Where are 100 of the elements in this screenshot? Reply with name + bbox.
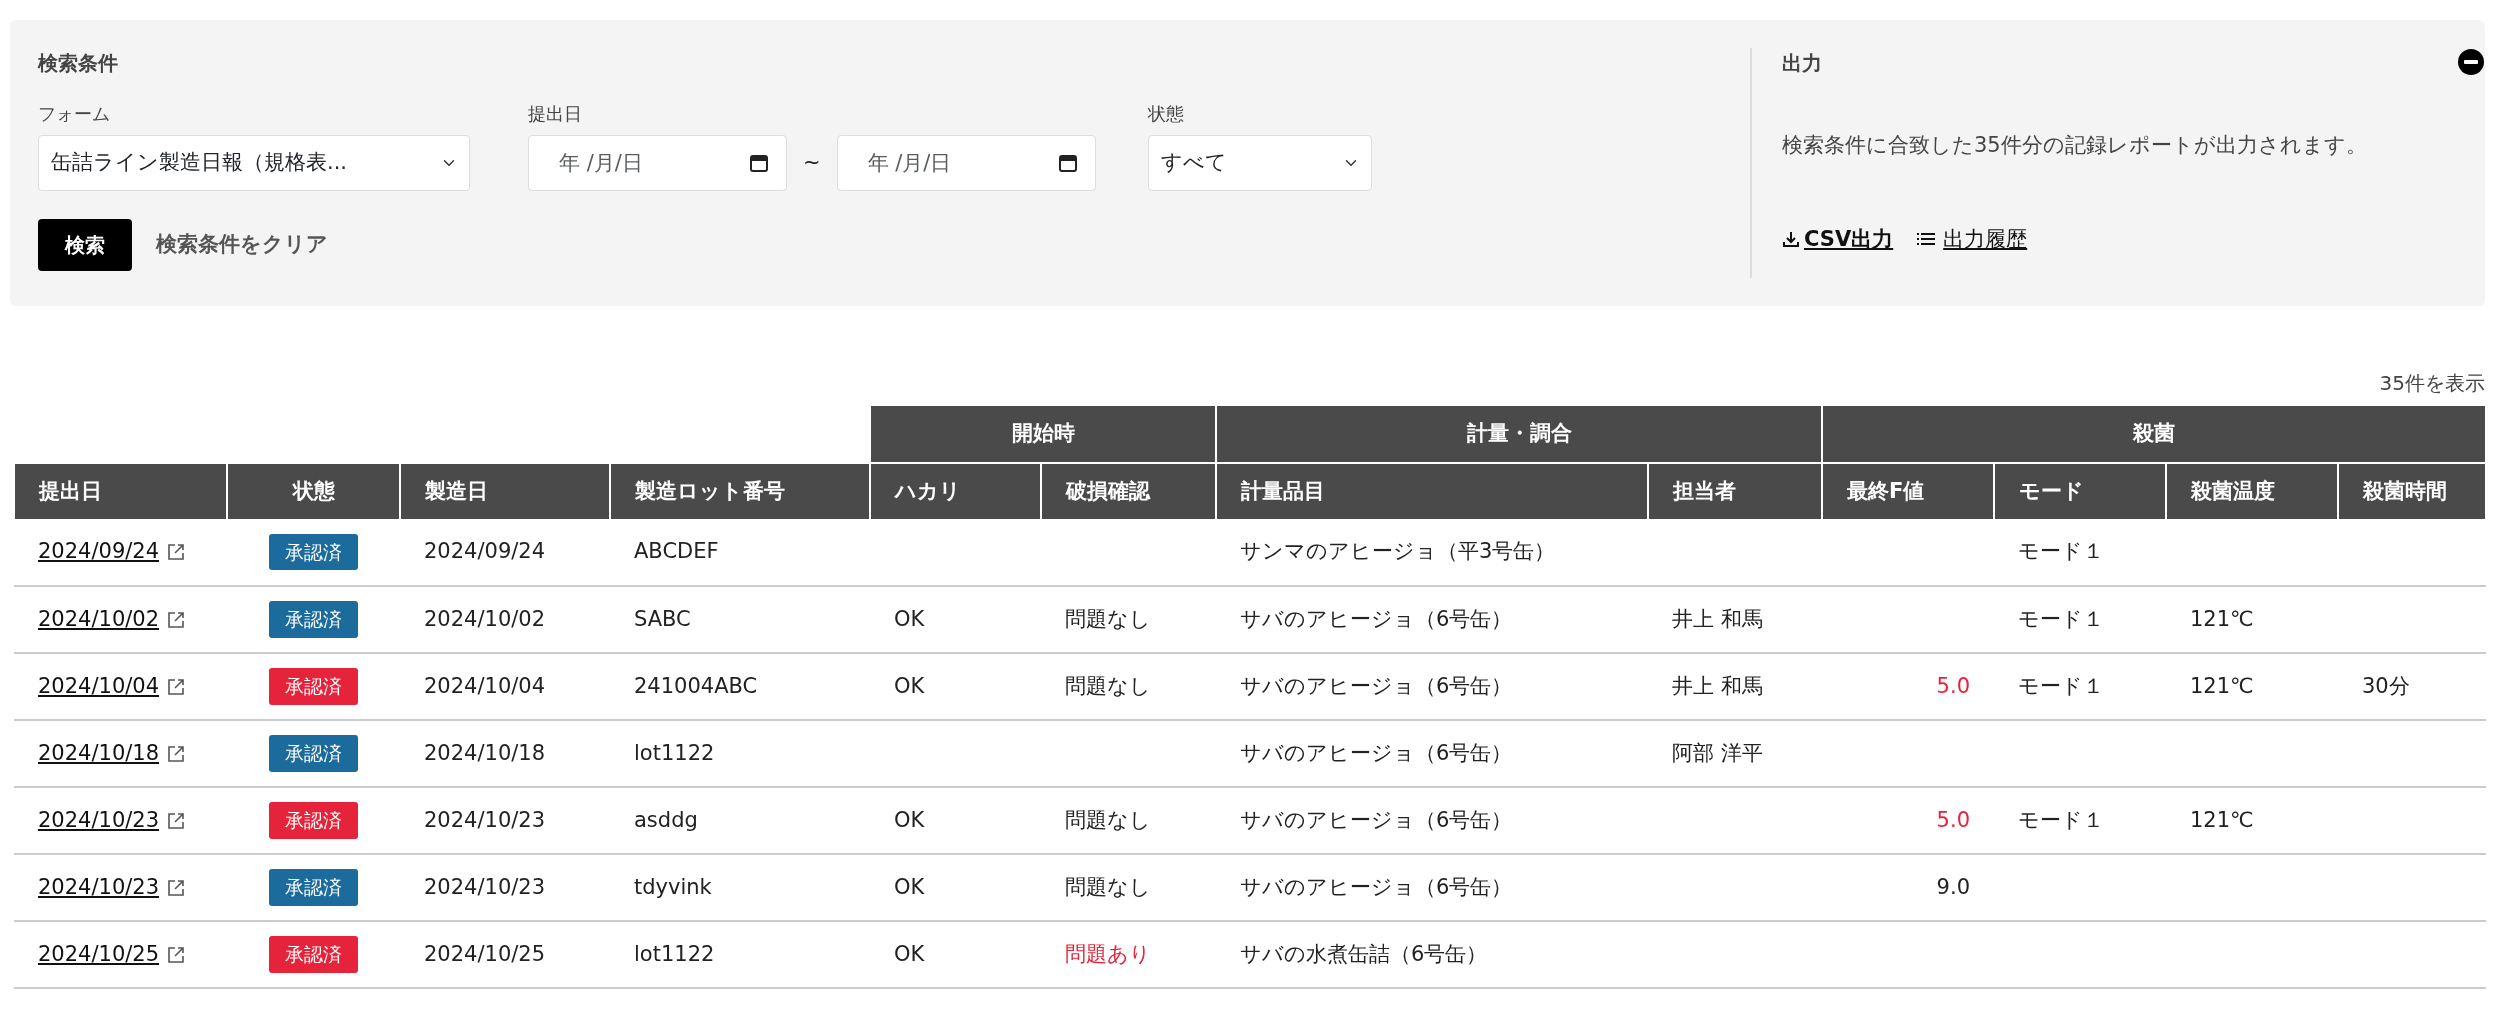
field-label: フォーム xyxy=(38,102,111,126)
table-cell: サバのアヒージョ（6号缶） xyxy=(1240,673,1513,698)
status-badge: 承認済 xyxy=(269,936,358,973)
table-cell: 問題なし xyxy=(1065,874,1151,899)
date-field[interactable]: 年 /月/日 xyxy=(528,135,787,191)
column-header: ハカリ xyxy=(870,463,1041,519)
status-badge: 承認済 xyxy=(269,735,358,772)
column-header: 最終F値 xyxy=(1822,463,1994,519)
search-button[interactable]: 検索 xyxy=(38,219,132,271)
table-cell: モード１ xyxy=(2018,539,2104,564)
table-cell: 2024/10/04 xyxy=(424,673,546,698)
table-cell: 2024/10/23 xyxy=(424,807,546,832)
table-cell: lot1122 xyxy=(634,941,715,966)
table-cell: OK xyxy=(894,673,925,698)
column-header: 殺菌温度 xyxy=(2166,463,2338,519)
csv-export-link[interactable]: CSV出力 xyxy=(1782,223,1894,255)
section-title: 出力 xyxy=(1782,50,1823,77)
table-cell: 121℃ xyxy=(2190,606,2254,631)
table-cell: 5.0 xyxy=(1936,673,1970,698)
external-link-icon xyxy=(167,945,186,964)
table-cell: 121℃ xyxy=(2190,673,2254,698)
form-select[interactable]: 缶詰ライン製造日報（規格表... xyxy=(38,135,470,191)
table-cell: サバのアヒージョ（6号缶） xyxy=(1240,874,1513,899)
range-separator: ~ xyxy=(803,149,821,177)
status-badge: 承認済 xyxy=(269,802,358,839)
table-cell: サバのアヒージョ（6号缶） xyxy=(1240,606,1513,631)
column-header: モード xyxy=(1994,463,2166,519)
table-cell: 2024/10/25 xyxy=(424,941,546,966)
table-cell: 2024/10/23 xyxy=(424,874,546,899)
table-cell: サバの水煮缶詰（6号缶） xyxy=(1240,941,1488,966)
external-link-icon xyxy=(167,878,186,897)
table-cell: 井上 和馬 xyxy=(1672,673,1763,698)
external-link-icon xyxy=(167,744,186,763)
status-badge: 承認済 xyxy=(269,601,358,638)
external-link-icon xyxy=(167,677,186,696)
column-header: 計量品目 xyxy=(1216,463,1648,519)
column-header: 提出日 xyxy=(14,463,227,519)
status-badge: 承認済 xyxy=(269,869,358,906)
calendar-icon xyxy=(749,153,769,173)
table-cell: サバのアヒージョ（6号缶） xyxy=(1240,807,1513,832)
date-link[interactable]: 2024/10/04 xyxy=(38,670,160,703)
table-cell: 阿部 洋平 xyxy=(1672,740,1763,765)
status-badge: 承認済 xyxy=(269,668,358,705)
column-header: 担当者 xyxy=(1648,463,1822,519)
external-link-icon xyxy=(167,610,186,629)
table-cell: 241004ABC xyxy=(634,673,758,698)
date-link[interactable]: 2024/10/18 xyxy=(38,737,160,770)
table-cell: モード１ xyxy=(2018,606,2104,631)
external-link-icon xyxy=(167,811,186,830)
column-header: 状態 xyxy=(227,463,400,519)
table-cell: ABCDEF xyxy=(634,539,719,564)
date-link[interactable]: 2024/09/24 xyxy=(38,536,160,568)
export-history-link[interactable]: 出力履歴 xyxy=(1917,223,2028,255)
column-group-header: 計量・調合 xyxy=(1216,406,1822,463)
status-select[interactable]: すべて xyxy=(1148,135,1372,191)
table-cell: 121℃ xyxy=(2190,807,2254,832)
calendar-icon xyxy=(1057,153,1078,173)
table-cell: 2024/10/18 xyxy=(424,740,546,765)
date-link[interactable]: 2024/10/23 xyxy=(38,871,160,904)
column-header: 製造ロット番号 xyxy=(610,463,870,519)
table-cell: OK xyxy=(894,874,925,899)
column-group-header: 殺菌 xyxy=(1822,406,2486,463)
table-cell: モード１ xyxy=(2018,807,2104,832)
table-cell: OK xyxy=(894,807,925,832)
field-label: 提出日 xyxy=(528,102,583,126)
column-group-header: 開始時 xyxy=(870,406,1216,463)
table-cell: 9.0 xyxy=(1936,874,1970,899)
table-cell: SABC xyxy=(634,606,691,631)
table-cell: asddg xyxy=(634,807,698,832)
table-cell: tdyvink xyxy=(634,874,712,899)
table-cell: 井上 和馬 xyxy=(1672,606,1763,631)
status-badge: 承認済 xyxy=(269,533,358,571)
external-link-icon xyxy=(167,543,186,561)
result-count: 35件を表示 xyxy=(2379,371,2485,395)
date-link[interactable]: 2024/10/02 xyxy=(38,603,160,636)
table-cell: 30分 xyxy=(2362,673,2410,698)
table-cell: 2024/10/02 xyxy=(424,606,546,631)
table-cell: サバのアヒージョ（6号缶） xyxy=(1240,740,1513,765)
table-cell: 問題なし xyxy=(1065,673,1151,698)
table-cell: OK xyxy=(894,606,925,631)
table-cell: 問題あり xyxy=(1065,941,1151,966)
table-cell: lot1122 xyxy=(634,740,715,765)
table-cell: 問題なし xyxy=(1065,606,1151,631)
output-description: 検索条件に合致した35件分の記録レポートが出力されます。 xyxy=(1782,132,2368,159)
collapse-icon[interactable] xyxy=(2457,48,2485,76)
table-cell: 問題なし xyxy=(1065,807,1151,832)
table-cell: サンマのアヒージョ（平3号缶） xyxy=(1240,539,1556,564)
list-icon xyxy=(1917,231,1936,248)
table-cell: モード１ xyxy=(2018,673,2104,698)
table-cell: 2024/09/24 xyxy=(424,539,546,564)
section-title: 検索条件 xyxy=(38,50,119,77)
table-cell: OK xyxy=(894,941,925,966)
date-link[interactable]: 2024/10/23 xyxy=(38,804,160,837)
date-link[interactable]: 2024/10/25 xyxy=(38,938,160,971)
date-field[interactable]: 年 /月/日 xyxy=(836,135,1096,191)
table-cell: 5.0 xyxy=(1936,807,1970,832)
column-header: 破損確認 xyxy=(1041,463,1216,519)
clear-conditions-link[interactable]: 検索条件をクリア xyxy=(156,229,328,261)
field-label: 状態 xyxy=(1148,102,1185,126)
download-icon xyxy=(1782,230,1800,249)
